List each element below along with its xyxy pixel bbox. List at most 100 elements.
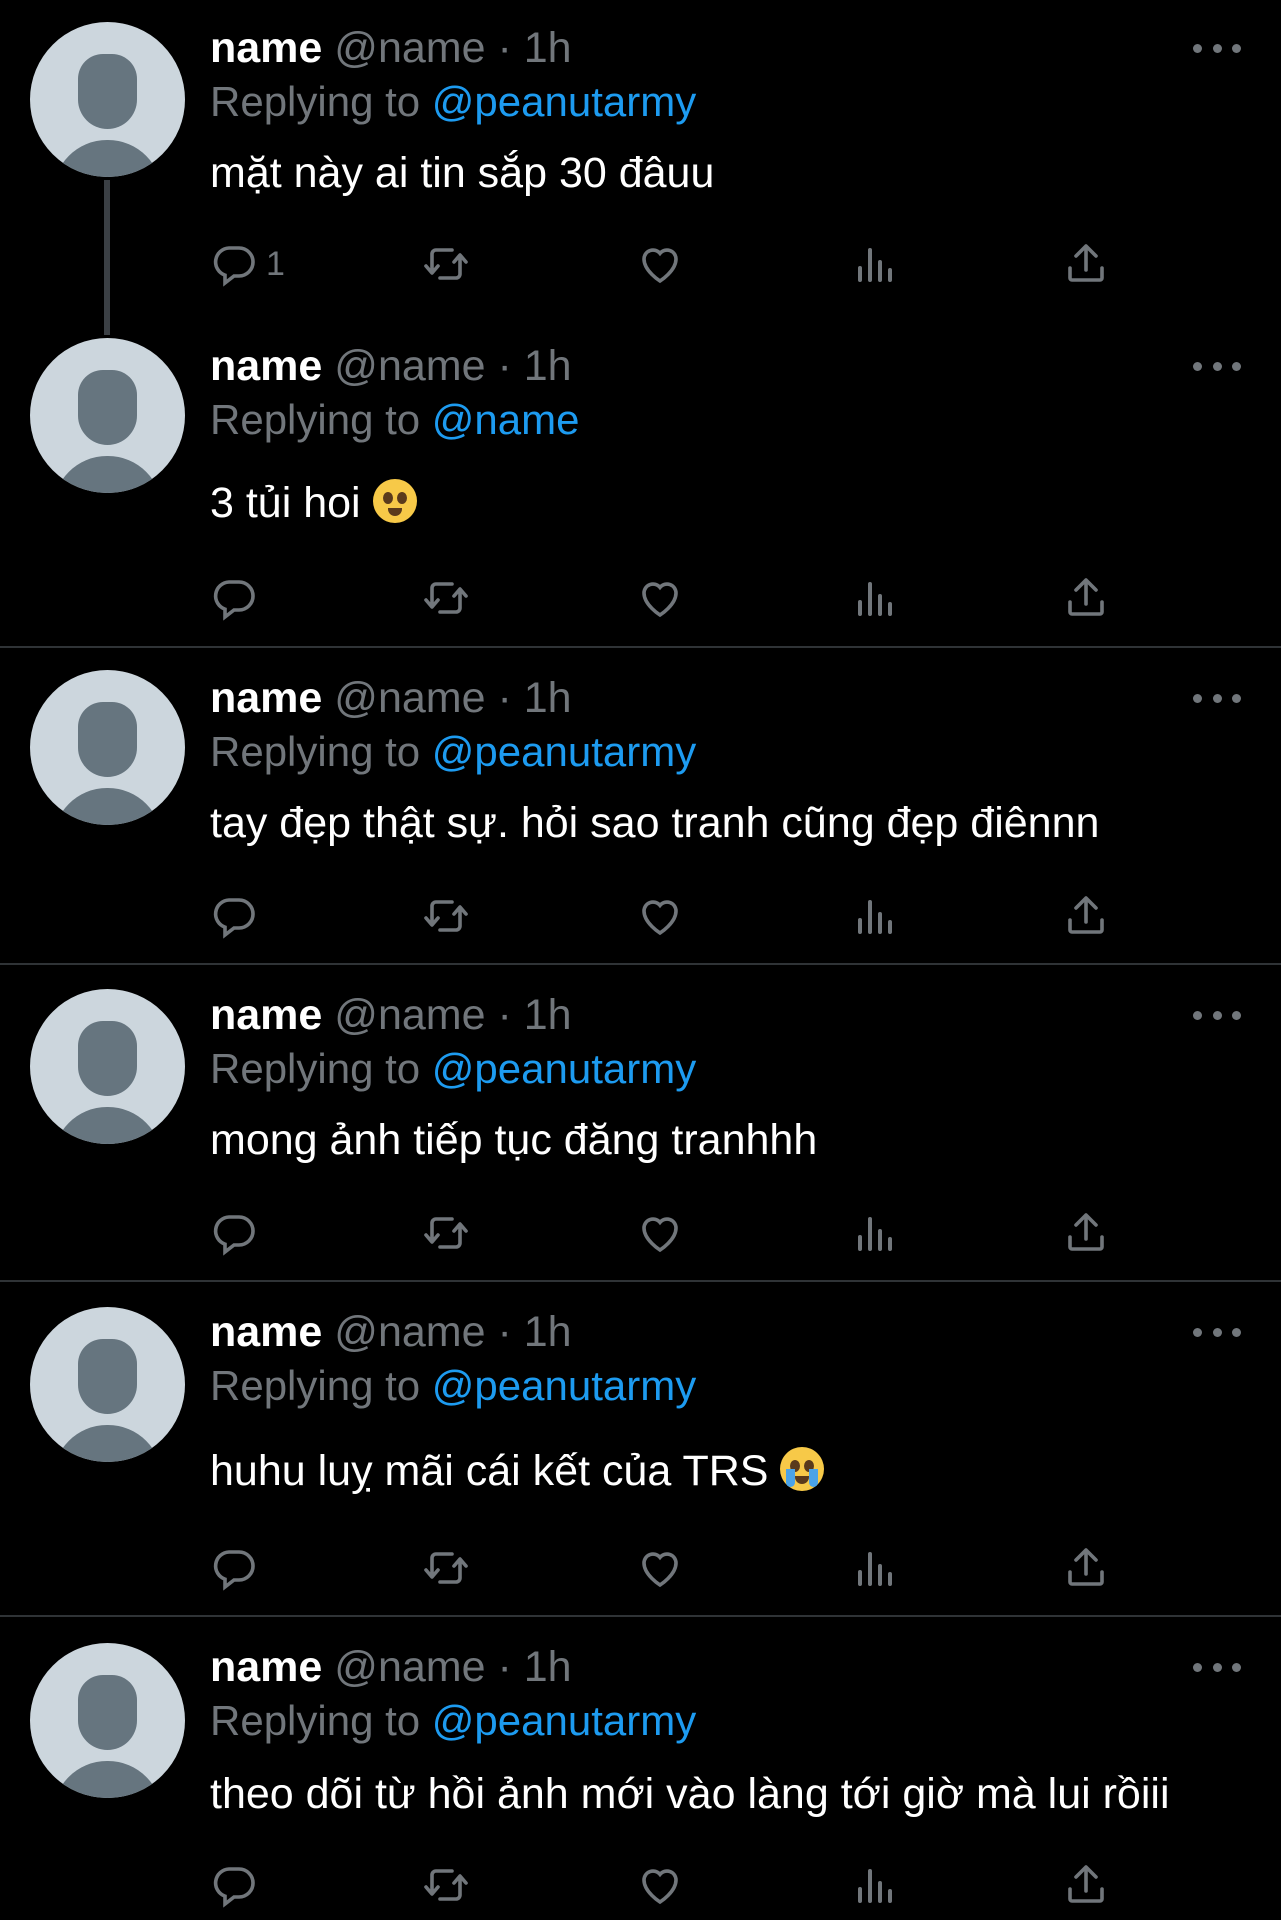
like-button[interactable]	[636, 570, 684, 626]
timestamp[interactable]: · 1h	[497, 991, 571, 1039]
share-button[interactable]	[1062, 1540, 1110, 1596]
reply-icon	[210, 892, 258, 940]
tweet-5[interactable]: name @name · 1h Replying to @peanutarmy …	[0, 1282, 1281, 1616]
retweet-button[interactable]	[422, 570, 470, 626]
more-icon[interactable]	[1193, 38, 1241, 58]
handle[interactable]: @name	[334, 1308, 485, 1356]
views-button[interactable]	[850, 888, 898, 944]
retweet-button[interactable]	[422, 236, 470, 292]
mention-link[interactable]: @peanutarmy	[432, 1362, 696, 1409]
share-icon	[1062, 892, 1110, 940]
share-button[interactable]	[1062, 236, 1110, 292]
tweet-text: huhu luỵ mãi cái kết của TRS	[210, 1447, 769, 1495]
more-icon[interactable]	[1193, 688, 1241, 708]
share-button[interactable]	[1062, 1857, 1110, 1913]
tweet-text: mặt này ai tin sắp 30 đâuu	[210, 149, 715, 197]
display-name[interactable]: name	[210, 342, 322, 390]
views-button[interactable]	[850, 570, 898, 626]
timestamp[interactable]: · 1h	[497, 674, 571, 722]
mention-link[interactable]: @peanutarmy	[432, 1697, 696, 1744]
retweet-icon	[422, 892, 470, 940]
action-bar	[210, 570, 1130, 626]
like-button[interactable]	[636, 236, 684, 292]
reply-icon	[210, 240, 258, 288]
views-icon	[850, 892, 898, 940]
reply-icon	[210, 1861, 258, 1909]
tweet-2[interactable]: name @name · 1h Replying to @name 3 tủi …	[0, 330, 1281, 648]
retweet-button[interactable]	[422, 888, 470, 944]
handle[interactable]: @name	[334, 1643, 485, 1691]
tweet-text-line: 3 tủi hoi	[210, 476, 417, 530]
handle[interactable]: @name	[334, 342, 485, 390]
reply-button[interactable]	[210, 1857, 258, 1913]
like-button[interactable]	[636, 1540, 684, 1596]
avatar[interactable]	[30, 22, 185, 177]
share-icon	[1062, 1861, 1110, 1909]
like-icon	[636, 1209, 684, 1257]
replying-label: Replying to	[210, 1362, 421, 1409]
reply-count: 1	[266, 244, 285, 283]
reply-button[interactable]	[210, 1205, 258, 1261]
more-icon[interactable]	[1193, 1657, 1241, 1677]
reply-button[interactable]	[210, 888, 258, 944]
display-name[interactable]: name	[210, 1643, 322, 1691]
tweet-6[interactable]: name @name · 1h Replying to @peanutarmy …	[0, 1617, 1281, 1920]
reply-button[interactable]	[210, 570, 258, 626]
share-icon	[1062, 1209, 1110, 1257]
views-button[interactable]	[850, 1205, 898, 1261]
tweet-header: name @name · 1h	[210, 22, 572, 74]
timestamp[interactable]: · 1h	[497, 1308, 571, 1356]
mention-link[interactable]: @peanutarmy	[432, 78, 696, 125]
retweet-button[interactable]	[422, 1205, 470, 1261]
tweet-header: name @name · 1h	[210, 989, 572, 1041]
retweet-button[interactable]	[422, 1540, 470, 1596]
mention-link[interactable]: @name	[432, 396, 580, 443]
reply-button[interactable]	[210, 1540, 258, 1596]
avatar[interactable]	[30, 1307, 185, 1462]
views-button[interactable]	[850, 1540, 898, 1596]
more-icon[interactable]	[1193, 1322, 1241, 1342]
handle[interactable]: @name	[334, 674, 485, 722]
mention-link[interactable]: @peanutarmy	[432, 1045, 696, 1092]
share-button[interactable]	[1062, 1205, 1110, 1261]
replying-label: Replying to	[210, 1045, 421, 1092]
display-name[interactable]: name	[210, 24, 322, 72]
share-icon	[1062, 240, 1110, 288]
tweet-text: tay đẹp thật sự. hỏi sao tranh cũng đẹp …	[210, 799, 1100, 847]
tweet-1[interactable]: name @name · 1h Replying to @peanutarmy …	[0, 0, 1281, 335]
more-icon[interactable]	[1193, 1005, 1241, 1025]
like-button[interactable]	[636, 1205, 684, 1261]
like-icon	[636, 1861, 684, 1909]
retweet-icon	[422, 1209, 470, 1257]
display-name[interactable]: name	[210, 991, 322, 1039]
display-name[interactable]: name	[210, 674, 322, 722]
avatar[interactable]	[30, 670, 185, 825]
like-button[interactable]	[636, 888, 684, 944]
tweet-4[interactable]: name @name · 1h Replying to @peanutarmy …	[0, 965, 1281, 1281]
action-bar: 1	[210, 236, 1130, 292]
share-button[interactable]	[1062, 570, 1110, 626]
timestamp[interactable]: · 1h	[497, 1643, 571, 1691]
replying-label: Replying to	[210, 396, 421, 443]
handle[interactable]: @name	[334, 24, 485, 72]
timestamp[interactable]: · 1h	[497, 24, 571, 72]
replying-label: Replying to	[210, 728, 421, 775]
like-button[interactable]	[636, 1857, 684, 1913]
tweet-text-line: huhu luỵ mãi cái kết của TRS	[210, 1444, 825, 1498]
views-icon	[850, 1209, 898, 1257]
avatar[interactable]	[30, 338, 185, 493]
timestamp[interactable]: · 1h	[497, 342, 571, 390]
views-button[interactable]	[850, 236, 898, 292]
reply-button[interactable]: 1	[210, 236, 285, 292]
mention-link[interactable]: @peanutarmy	[432, 728, 696, 775]
display-name[interactable]: name	[210, 1308, 322, 1356]
avatar[interactable]	[30, 1643, 185, 1798]
share-button[interactable]	[1062, 888, 1110, 944]
tweet-3[interactable]: name @name · 1h Replying to @peanutarmy …	[0, 648, 1281, 964]
retweet-button[interactable]	[422, 1857, 470, 1913]
avatar[interactable]	[30, 989, 185, 1144]
views-button[interactable]	[850, 1857, 898, 1913]
handle[interactable]: @name	[334, 991, 485, 1039]
replying-to: Replying to @peanutarmy	[210, 1043, 696, 1095]
more-icon[interactable]	[1193, 356, 1241, 376]
